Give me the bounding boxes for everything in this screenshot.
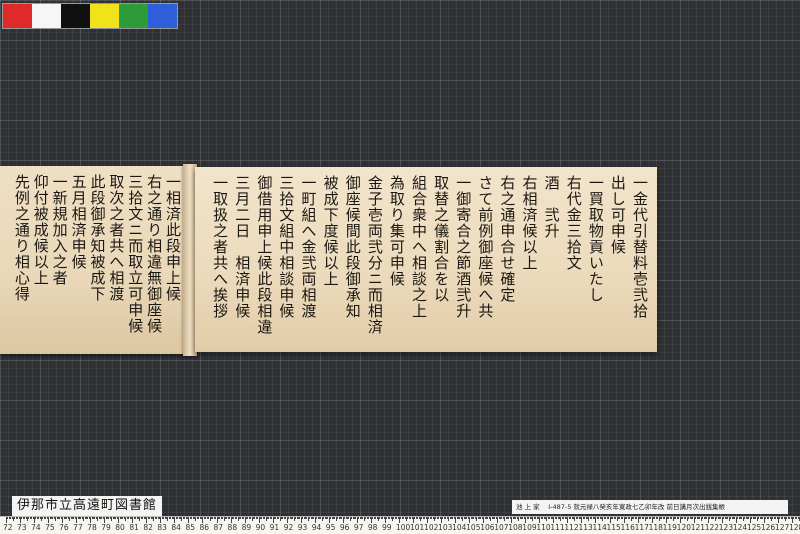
manuscript-column: 出し可申候 — [608, 175, 627, 255]
ruler-number: 73 — [17, 523, 27, 532]
ruler-number: 108 — [508, 523, 523, 532]
ruler-number: 105 — [466, 523, 481, 532]
manuscript-column: 三月二日 相済申候 — [233, 175, 252, 319]
ruler-number: 121 — [690, 523, 706, 532]
ruler-number: 118 — [648, 523, 663, 532]
ruler-number: 102 — [424, 523, 439, 532]
ruler-number: 109 — [522, 523, 537, 532]
manuscript-column: 右之通り相違無御座候 — [145, 174, 164, 334]
manuscript-column: 一町組へ金弐両相渡 — [299, 175, 318, 319]
swatch-yellow — [90, 4, 119, 28]
ruler-number: 94 — [311, 523, 322, 532]
ruler-number: 123 — [718, 523, 734, 532]
manuscript-column: 仰付被成候以上 — [31, 174, 50, 286]
ruler-number: 122 — [704, 523, 720, 532]
ruler-number: 119 — [662, 523, 677, 532]
ruler-number: 81 — [129, 523, 139, 532]
ruler-number: 110 — [536, 523, 551, 532]
ruler-number: 104 — [452, 523, 467, 532]
ruler-number: 116 — [620, 523, 635, 532]
library-name-label: 伊那市立高遠町図書館 — [12, 496, 163, 516]
manuscript-column: 三拾文組中相談申候 — [277, 175, 296, 319]
ruler-number: 127 — [774, 523, 790, 532]
manuscript-column: 取次之者共へ相渡 — [107, 174, 126, 302]
ruler-number: 90 — [255, 523, 266, 532]
ruler-number: 101 — [410, 523, 425, 532]
manuscript-column: 組合衆中へ相談之上 — [410, 175, 428, 319]
manuscript-column: 被成下度候以上 — [321, 175, 340, 287]
swatch-blue — [148, 4, 177, 28]
ruler-number: 126 — [760, 523, 776, 532]
ruler-number: 85 — [185, 523, 195, 532]
ruler-number: 103 — [438, 523, 453, 532]
ruler-number: 120 — [676, 523, 691, 532]
color-calibration-chart — [2, 3, 178, 29]
ruler-number: 74 — [31, 523, 41, 532]
manuscript-column: 一金代引替料壱弐拾 — [631, 175, 649, 319]
swatch-green — [119, 4, 148, 28]
manuscript-column: 御借用申上候此段相違 — [255, 175, 274, 335]
ruler-number: 113 — [578, 523, 593, 532]
ruler-number: 99 — [381, 523, 392, 532]
manuscript-column: さて前例御座候へ共 — [476, 175, 495, 319]
manuscript-column: 金子壱両弐分ニ而相済 — [365, 175, 384, 335]
ruler-number: 100 — [395, 523, 411, 532]
ruler-number: 89 — [241, 523, 252, 532]
manuscript-column: 先例之通り相心得 — [12, 174, 31, 302]
ruler-number: 107 — [494, 523, 509, 532]
ruler-number: 98 — [367, 523, 378, 532]
scroll-left-panel: 一相済此段申上候 右之通り相違無御座候 三拾文ニ而取立可申候 取次之者共へ相渡 此段御承… — [0, 166, 190, 354]
manuscript-column: 右代金三拾文 — [564, 175, 583, 271]
ruler-number: 88 — [227, 523, 238, 532]
ruler-number: 128 — [788, 523, 800, 532]
ruler-number: 96 — [339, 523, 350, 532]
ruler-number: 84 — [171, 523, 181, 532]
ruler-number: 95 — [325, 523, 336, 532]
ruler-number: 83 — [157, 523, 167, 532]
manuscript-column: 右之通申合せ確定 — [498, 175, 517, 303]
ruler-number: 91 — [269, 523, 280, 532]
manuscript-column: 此段御承知被成下 — [88, 174, 107, 302]
ruler-number: 87 — [213, 523, 224, 532]
manuscript-column: 一相済此段申上候 — [164, 174, 182, 302]
manuscript-column: 五月相済申候 — [69, 174, 88, 270]
ruler-number: 115 — [606, 523, 621, 532]
manuscript-column: 一取扱之者共へ挨拶 — [211, 175, 230, 319]
ruler-number: 80 — [115, 523, 125, 532]
manuscript-column: 為取り集可申候 — [387, 175, 406, 287]
ruler-number: 86 — [199, 523, 210, 532]
measurement-ruler: 72 73 74 75 76 77 78 79 80 81 82 83 84 85 86 87 88 89 90 91… — [0, 516, 800, 534]
manuscript-column: 一新規加入之者 — [50, 174, 69, 286]
ruler-number: 106 — [480, 523, 495, 532]
ruler-number: 93 — [297, 523, 308, 532]
ruler-number: 117 — [634, 523, 649, 532]
catalog-reference-label: 池 上 家 I-487-5 就元禄八癸亥年寛政七乙卯年改 前日講月次出銭集帳 — [512, 500, 788, 514]
scroll-right-panel: 一金代引替料壱弐拾 出し可申候 一買取物貢いたし 右代金三拾文酒 弐升 右相済候以上 右之… — [195, 167, 657, 352]
ruler-number: 76 — [59, 523, 69, 532]
ruler-number: 125 — [746, 523, 762, 532]
swatch-red — [3, 4, 32, 28]
manuscript-column: 酒 弐升 — [542, 175, 561, 239]
manuscript-column: 御座候間此段御承知 — [343, 175, 362, 319]
manuscript-column: 右相済候以上 — [520, 175, 539, 271]
swatch-white — [32, 4, 61, 28]
swatch-black — [61, 4, 90, 28]
ruler-number: 72 — [3, 523, 13, 532]
manuscript-column: 取替之儀割合を以 — [432, 175, 451, 303]
ruler-number: 79 — [101, 523, 111, 532]
ruler-number: 111 — [550, 523, 565, 532]
ruler-number: 75 — [45, 523, 55, 532]
ruler-number: 82 — [143, 523, 153, 532]
ruler-number: 78 — [87, 523, 97, 532]
manuscript-column: 一買取物貢いたし — [586, 175, 605, 303]
ruler-number: 77 — [73, 523, 83, 532]
ruler-number: 92 — [283, 523, 294, 532]
manuscript-column: 三拾文ニ而取立可申候 — [126, 174, 145, 334]
ruler-number: 124 — [732, 523, 748, 532]
ruler-number: 112 — [564, 523, 579, 532]
ruler-number: 97 — [353, 523, 364, 532]
ruler-number: 114 — [592, 523, 607, 532]
manuscript-column: 一御寄合之節酒弐升 — [454, 175, 473, 319]
